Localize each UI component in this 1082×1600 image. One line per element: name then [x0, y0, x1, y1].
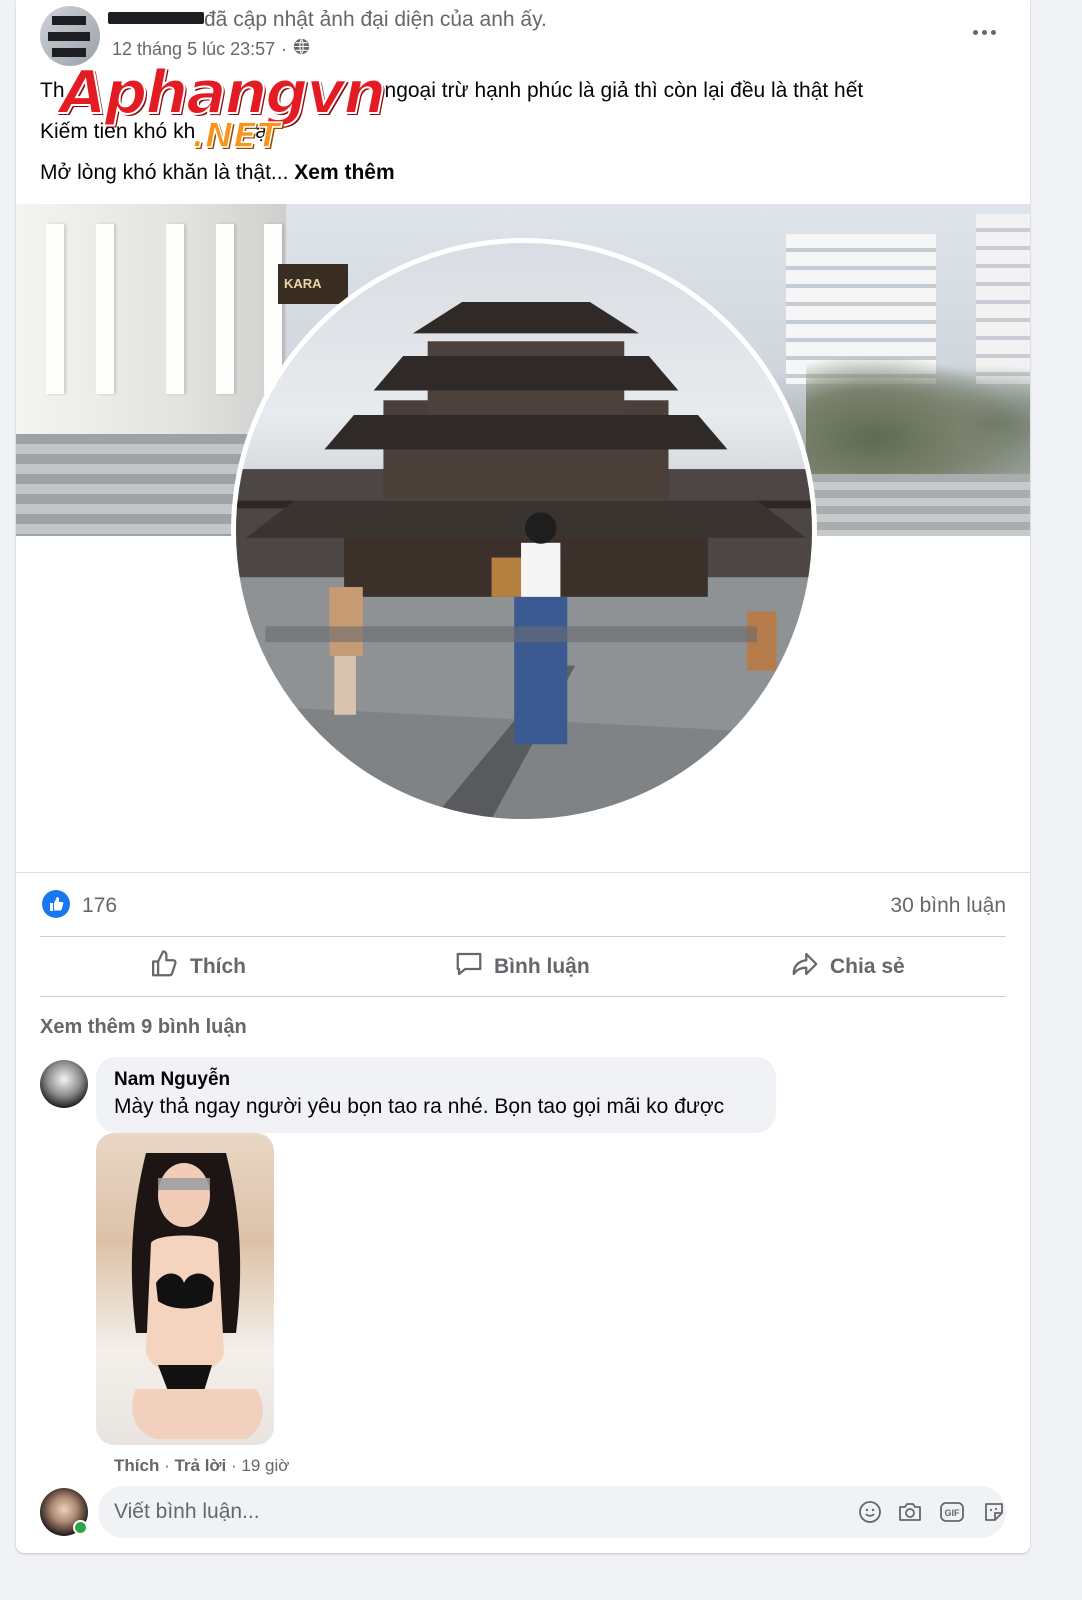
view-more-comments[interactable]: Xem thêm 9 bình luận	[40, 1016, 247, 1039]
censored-author-name[interactable]	[108, 12, 204, 24]
post-text-line-1-rest: ngoại trừ hạnh phúc là giả thì còn lại đ…	[384, 79, 864, 102]
post-timestamp[interactable]: 12 tháng 5 lúc 23:57	[112, 39, 275, 60]
actions-bottom-divider	[40, 996, 1006, 997]
emoji-icon[interactable]	[856, 1498, 884, 1526]
comment-time[interactable]: 19 giờ	[241, 1456, 289, 1475]
post-author-avatar[interactable]	[40, 6, 100, 66]
reaction-count[interactable]: 176	[82, 894, 117, 918]
like-button-label: Thích	[190, 955, 246, 978]
comment-count[interactable]: 30 bình luận	[890, 894, 1006, 918]
more-options-icon[interactable]	[964, 18, 1004, 46]
gif-icon[interactable]: GIF	[938, 1498, 966, 1526]
actions-top-divider	[40, 936, 1006, 937]
share-button-label: Chia sẻ	[830, 955, 905, 978]
globe-icon	[293, 38, 310, 60]
see-more-link[interactable]: Xem thêm	[294, 161, 394, 184]
like-button[interactable]: Thích	[150, 950, 246, 984]
comment-attached-photo[interactable]	[96, 1133, 274, 1445]
comment-actions: Thích · Trả lời · 19 giờ	[114, 1456, 289, 1476]
comment-bubble: Nam Nguyễn Mày thả ngay người yêu bọn ta…	[96, 1057, 776, 1133]
comment-like-link[interactable]: Thích	[114, 1456, 159, 1475]
meta-separator: ·	[281, 38, 288, 59]
comment-input[interactable]	[114, 1486, 814, 1538]
thumbs-up-icon	[150, 949, 180, 985]
gif-icon-label: GIF	[945, 1508, 961, 1518]
like-icon[interactable]	[42, 890, 70, 918]
share-button[interactable]: Chia sẻ	[790, 950, 905, 984]
comment-text: Mày thả ngay người yêu bọn tao ra nhé. B…	[114, 1095, 725, 1118]
temple-illustration	[236, 301, 812, 819]
comment-actions-separator-2: ·	[230, 1456, 242, 1475]
cover-steps-right	[806, 474, 1030, 536]
comment-icon	[454, 949, 484, 985]
profile-photo[interactable]	[231, 238, 817, 824]
post-text-line-3: Mở lòng khó khăn là thật... Xem thêm	[40, 160, 395, 186]
comment-composer: GIF	[98, 1486, 1006, 1538]
watermark-net-text: .NET	[191, 115, 280, 157]
post-text-line-3-body: Mở lòng khó khăn là thật...	[40, 161, 289, 184]
comment-button[interactable]: Bình luận	[454, 950, 590, 984]
comment-photo-illustration	[131, 1153, 263, 1439]
comment-button-label: Bình luận	[494, 955, 590, 978]
watermark-logo: Aphangvn .NET	[59, 57, 387, 158]
header-action-text: đã cập nhật ảnh đại diện của anh ấy.	[204, 8, 547, 31]
comment-reply-link[interactable]: Trả lời	[174, 1456, 226, 1475]
cover-trees	[806, 354, 1030, 494]
comment-author-name[interactable]: Nam Nguyễn	[114, 1069, 758, 1091]
camera-icon[interactable]	[896, 1498, 924, 1526]
share-icon	[790, 949, 820, 985]
comment-actions-separator-1: ·	[164, 1456, 175, 1475]
sticker-icon[interactable]	[980, 1498, 1008, 1526]
comment-author-avatar[interactable]	[40, 1060, 88, 1108]
photo-divider	[16, 872, 1030, 873]
online-status-icon	[73, 1520, 88, 1535]
post-meta: 12 tháng 5 lúc 23:57 ·	[112, 38, 310, 60]
feed-post: đã cập nhật ảnh đại diện của anh ấy. 12 …	[16, 0, 1030, 1553]
